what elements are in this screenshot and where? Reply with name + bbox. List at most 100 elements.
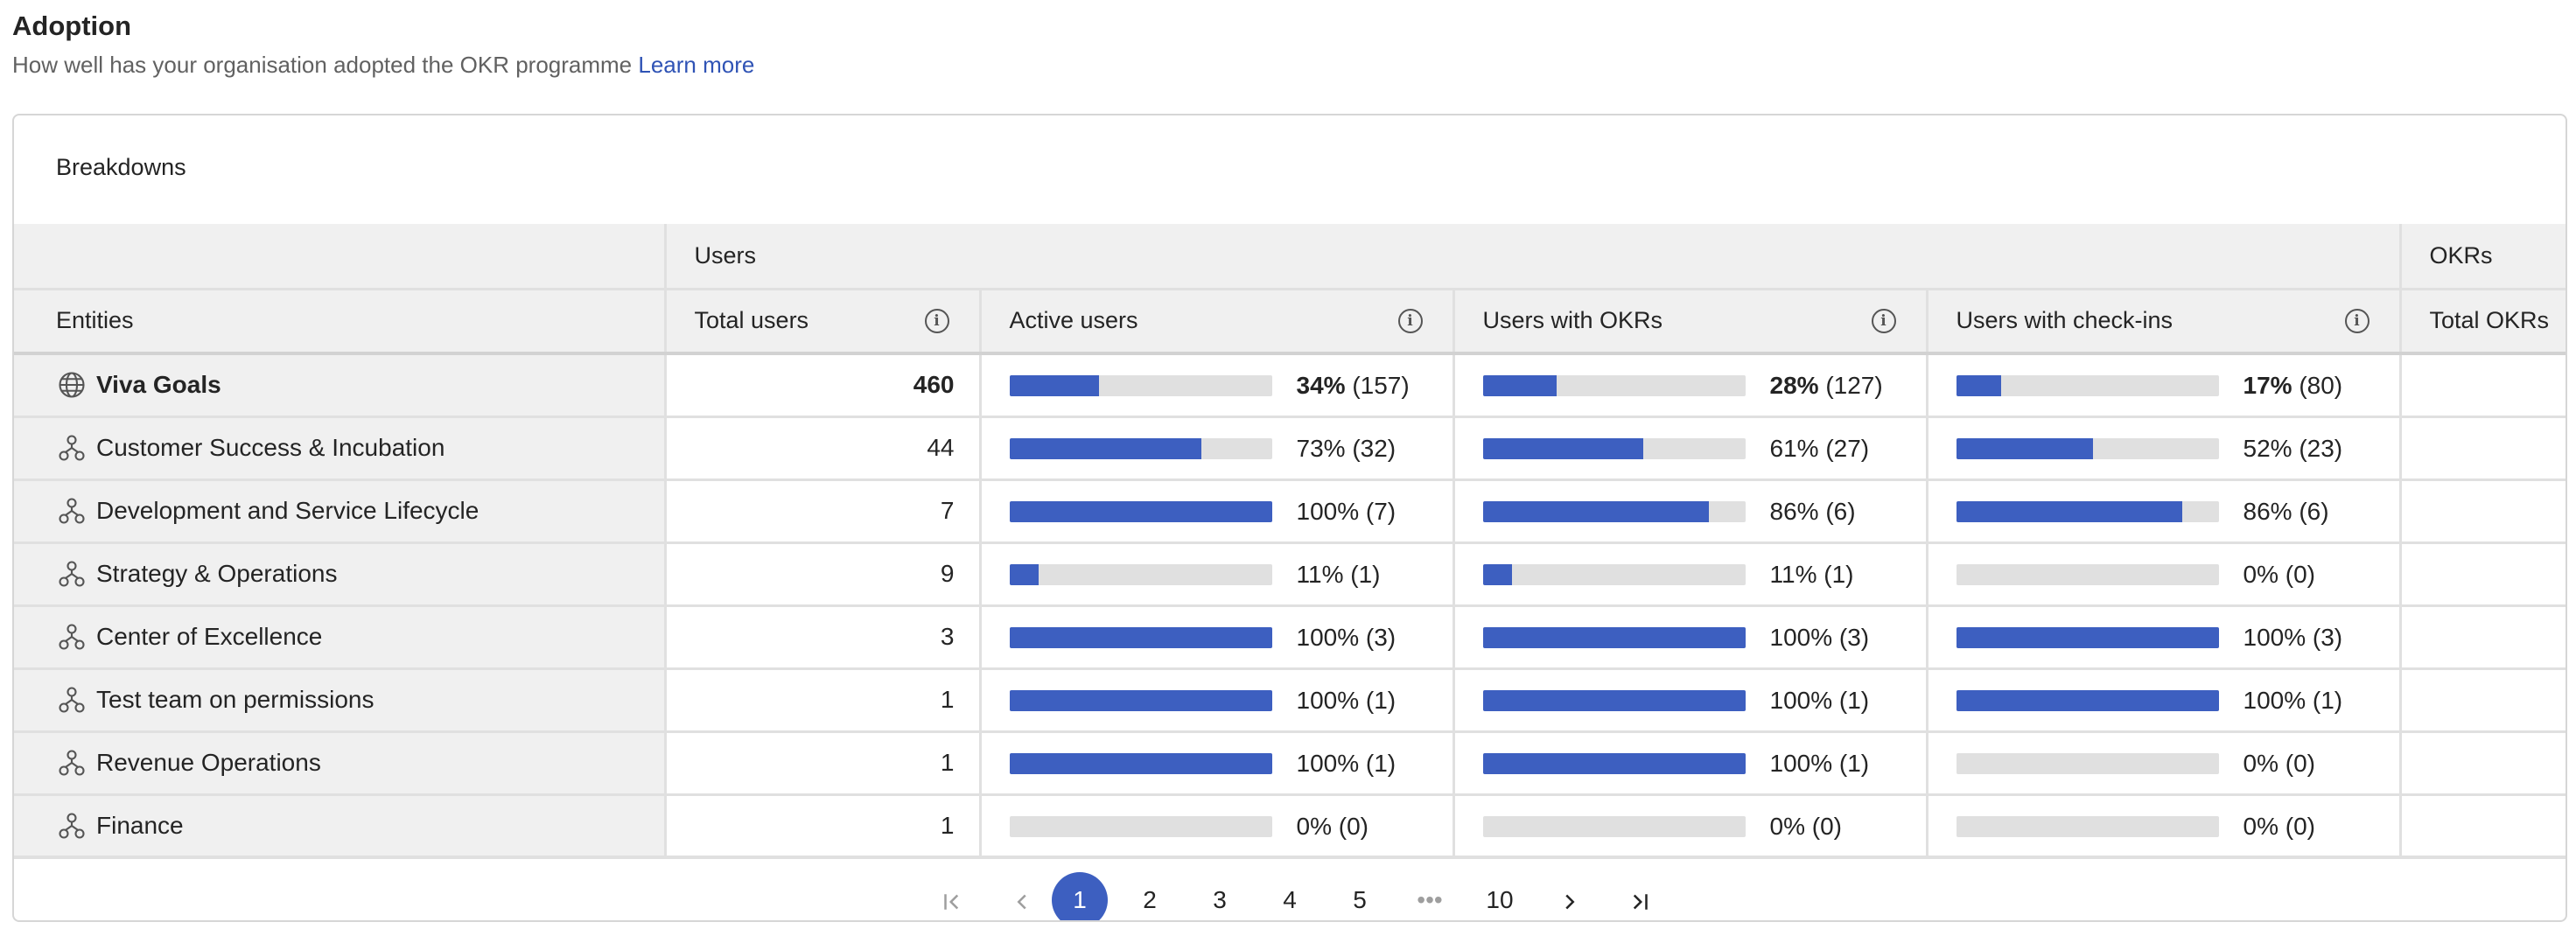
users-with-checkins-count: (6) xyxy=(2299,497,2329,525)
table-row[interactable]: Center of Excellence 3 100% (3) 100% (3)… xyxy=(14,605,2566,670)
entity-name[interactable]: Development and Service Lifecycle xyxy=(96,497,479,524)
entity-cell[interactable]: Test team on permissions xyxy=(14,668,667,733)
previous-page-button[interactable] xyxy=(994,872,1050,920)
org-icon xyxy=(56,495,88,527)
entity-name[interactable]: Center of Excellence xyxy=(96,623,322,650)
table-row[interactable]: Test team on permissions 1 100% (1) 100%… xyxy=(14,668,2566,733)
column-total-users[interactable]: Total users i xyxy=(665,289,982,355)
first-page-button[interactable] xyxy=(924,872,980,920)
header-column-row: Entities Total users i Active users i User… xyxy=(14,289,2566,355)
users-with-okrs-count: (6) xyxy=(1825,497,1856,525)
users-with-okrs-bar-fill xyxy=(1482,563,1512,585)
active-users-cell: 34% (157) xyxy=(980,353,1455,418)
column-users-with-okrs[interactable]: Users with OKRs i xyxy=(1453,289,1928,355)
table-row[interactable]: Development and Service Lifecycle 7 100%… xyxy=(14,479,2566,544)
users-with-okrs-percent: 0% xyxy=(1769,812,1805,840)
column-entities-label: Entities xyxy=(56,307,134,334)
active-users-bar-fill xyxy=(1009,500,1272,522)
users-with-okrs-value: 61% (27) xyxy=(1770,435,1870,463)
page-button-10[interactable]: 10 xyxy=(1472,872,1528,920)
adoption-header: Adoption How well has your organisation … xyxy=(12,10,754,79)
users-with-checkins-value: 0% (0) xyxy=(2244,561,2315,589)
active-users-bar xyxy=(1009,626,1272,648)
users-with-okrs-percent: 61% xyxy=(1769,434,1819,462)
table-row[interactable]: Viva Goals 460 34% (157) 28% (127) 17% (… xyxy=(14,353,2566,418)
total-okrs-cell xyxy=(2400,353,2566,418)
entity-name[interactable]: Revenue Operations xyxy=(96,749,321,776)
column-total-okrs[interactable]: Total OKRs xyxy=(2400,289,2566,355)
active-users-bar-fill xyxy=(1009,437,1201,459)
page-button-4[interactable]: 4 xyxy=(1262,872,1318,920)
active-users-percent: 73% xyxy=(1296,434,1346,462)
users-with-checkins-percent: 0% xyxy=(2243,560,2278,588)
column-entities[interactable]: Entities xyxy=(14,289,667,355)
table-row[interactable]: Revenue Operations 1 100% (1) 100% (1) 0… xyxy=(14,731,2566,796)
users-with-okrs-cell: 100% (1) xyxy=(1453,668,1928,733)
entity-name[interactable]: Finance xyxy=(96,812,184,839)
entity-cell[interactable]: Development and Service Lifecycle xyxy=(14,479,667,544)
page-button-1[interactable]: 1 xyxy=(1052,872,1108,920)
active-users-count: (1) xyxy=(1350,560,1381,588)
page-subtitle: How well has your organisation adopted t… xyxy=(12,51,754,79)
active-users-bar xyxy=(1009,500,1272,522)
last-page-button[interactable] xyxy=(1612,872,1668,920)
entity-name[interactable]: Customer Success & Incubation xyxy=(96,434,444,461)
users-with-checkins-percent: 0% xyxy=(2243,812,2278,840)
info-icon[interactable]: i xyxy=(1871,308,1896,333)
org-icon xyxy=(56,621,88,653)
total-okrs-cell xyxy=(2400,794,2566,859)
table-row[interactable]: Customer Success & Incubation 44 73% (32… xyxy=(14,416,2566,481)
org-icon xyxy=(56,558,88,590)
page-button-2[interactable]: 2 xyxy=(1122,872,1178,920)
table-row[interactable]: Finance 1 0% (0) 0% (0) 0% (0) xyxy=(14,794,2566,859)
users-with-checkins-value: 0% (0) xyxy=(2244,813,2315,841)
entity-cell[interactable]: Finance xyxy=(14,794,667,859)
subtitle-text: How well has your organisation adopted t… xyxy=(12,52,633,78)
users-with-checkins-percent: 52% xyxy=(2243,434,2292,462)
active-users-value: 100% (1) xyxy=(1297,750,1396,778)
next-page-button[interactable] xyxy=(1542,872,1598,920)
learn-more-link[interactable]: Learn more xyxy=(638,52,754,78)
page-button-3[interactable]: 3 xyxy=(1192,872,1248,920)
entity-name[interactable]: Strategy & Operations xyxy=(96,560,337,587)
org-icon xyxy=(56,747,88,779)
users-with-okrs-cell: 100% (3) xyxy=(1453,605,1928,670)
page-button-5[interactable]: 5 xyxy=(1332,872,1388,920)
entity-cell[interactable]: Viva Goals xyxy=(14,353,667,418)
active-users-cell: 100% (3) xyxy=(980,605,1455,670)
entity-cell[interactable]: Customer Success & Incubation xyxy=(14,416,667,481)
active-users-count: (157) xyxy=(1352,372,1410,400)
breakdowns-table: Users OKRs Entities Total users i Active … xyxy=(14,224,2566,859)
active-users-percent: 100% xyxy=(1296,749,1360,777)
users-with-okrs-cell: 86% (6) xyxy=(1453,479,1928,544)
active-users-bar xyxy=(1009,563,1272,585)
users-with-checkins-cell: 100% (3) xyxy=(1927,605,2402,670)
users-with-checkins-bar-fill xyxy=(1956,500,2182,522)
users-with-okrs-bar-fill xyxy=(1482,375,1557,397)
breakdowns-card: Breakdowns Users OKRs Entities Total use… xyxy=(12,114,2567,922)
column-users-with-checkins[interactable]: Users with check-ins i xyxy=(1927,289,2402,355)
users-with-checkins-percent: 86% xyxy=(2243,497,2292,525)
table-row[interactable]: Strategy & Operations 9 11% (1) 11% (1) … xyxy=(14,542,2566,607)
entity-cell[interactable]: Strategy & Operations xyxy=(14,542,667,607)
users-with-okrs-bar xyxy=(1482,437,1746,459)
users-with-okrs-bar-fill xyxy=(1482,500,1709,522)
info-icon[interactable]: i xyxy=(1397,308,1423,333)
users-with-checkins-bar-fill xyxy=(1956,437,2093,459)
more-pages-ellipsis[interactable]: ••• xyxy=(1402,872,1458,920)
info-icon[interactable]: i xyxy=(2344,308,2370,333)
entity-name[interactable]: Test team on permissions xyxy=(96,686,374,713)
active-users-cell: 0% (0) xyxy=(980,794,1455,859)
chevron-left-icon xyxy=(1017,894,1026,909)
users-with-okrs-value: 86% (6) xyxy=(1770,498,1856,526)
users-with-checkins-bar xyxy=(1956,375,2219,397)
users-with-checkins-value: 86% (6) xyxy=(2244,498,2329,526)
users-with-okrs-bar xyxy=(1482,815,1746,837)
entity-name[interactable]: Viva Goals xyxy=(96,371,221,398)
info-icon[interactable]: i xyxy=(924,308,949,333)
entity-cell[interactable]: Revenue Operations xyxy=(14,731,667,796)
column-active-users[interactable]: Active users i xyxy=(980,289,1455,355)
entity-cell[interactable]: Center of Excellence xyxy=(14,605,667,670)
active-users-percent: 34% xyxy=(1296,372,1346,400)
total-users-cell: 7 xyxy=(665,479,982,544)
